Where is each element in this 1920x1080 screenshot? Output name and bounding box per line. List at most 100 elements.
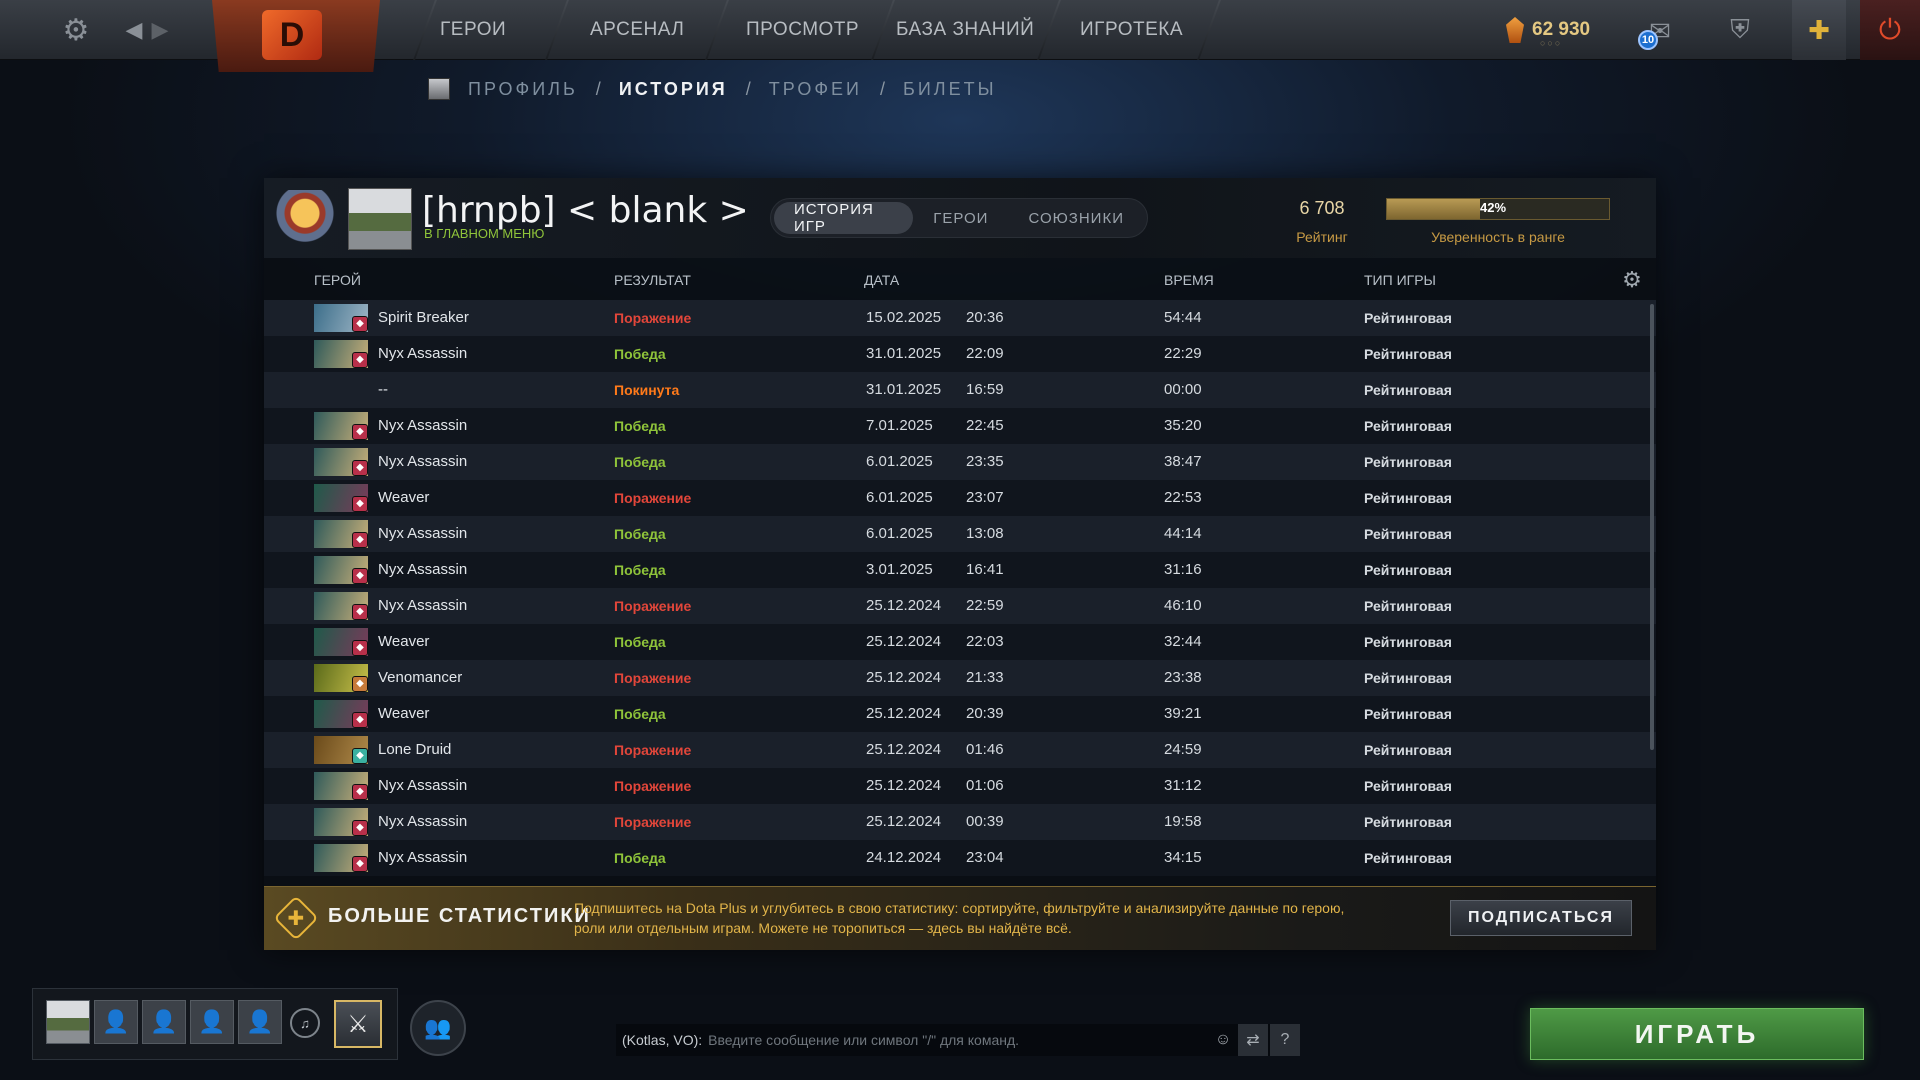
table-row[interactable]: ◆ Lone Druid Поражение 25.12.2024 01:46 … — [264, 732, 1656, 768]
match-time: 20:36 — [966, 309, 1004, 326]
play-button[interactable]: ИГРАТЬ — [1530, 1008, 1864, 1060]
subscribe-button[interactable]: ПОДПИСАТЬСЯ — [1450, 900, 1632, 936]
subnav-profile[interactable]: ПРОФИЛЬ — [468, 79, 578, 100]
chat-channel-label[interactable]: (Kotlas, VO): — [622, 1032, 702, 1048]
hero-name: Nyx Assassin — [378, 597, 468, 614]
chat-emoji-icon[interactable]: ☺ — [1208, 1024, 1238, 1056]
profile-thumb-avatar — [428, 78, 450, 100]
match-date: 6.01.2025 — [866, 525, 933, 542]
col-duration[interactable]: ВРЕМЯ — [1164, 272, 1214, 288]
table-row[interactable]: ◆ Nyx Assassin Победа 24.12.2024 23:04 3… — [264, 840, 1656, 876]
subnav-trophies[interactable]: ТРОФЕИ — [769, 79, 862, 100]
match-date: 15.02.2025 — [866, 309, 942, 326]
party-slot-empty-icon[interactable]: 👤 — [142, 1000, 186, 1044]
hero-name: Nyx Assassin — [378, 345, 468, 362]
battle-pass-icon[interactable]: ⚔ — [334, 1000, 382, 1048]
table-row[interactable]: ◆ Weaver Победа 25.12.2024 22:03 32:44 Р… — [264, 624, 1656, 660]
match-date: 25.12.2024 — [866, 669, 942, 686]
match-result: Победа — [614, 346, 666, 362]
subnav-tickets[interactable]: БИЛЕТЫ — [903, 79, 997, 100]
table-row[interactable]: ◆ Nyx Assassin Победа 31.01.2025 22:09 2… — [264, 336, 1656, 372]
col-mode[interactable]: ТИП ИГРЫ — [1364, 272, 1436, 288]
match-time: 16:41 — [966, 561, 1004, 578]
nav-arcade[interactable]: ИГРОТЕКА — [1080, 0, 1183, 60]
player-avatar[interactable] — [348, 188, 412, 250]
table-row[interactable]: ◆ Nyx Assassin Победа 6.01.2025 13:08 44… — [264, 516, 1656, 552]
table-row[interactable]: ◆ Nyx Assassin Победа 3.01.2025 16:41 31… — [264, 552, 1656, 588]
hero-name: Nyx Assassin — [378, 417, 468, 434]
match-duration: 22:53 — [1164, 489, 1202, 506]
party-slot-empty-icon[interactable]: 👤 — [238, 1000, 282, 1044]
table-row[interactable]: ◆ Nyx Assassin Победа 7.01.2025 22:45 35… — [264, 408, 1656, 444]
match-time: 01:46 — [966, 741, 1004, 758]
match-time: 16:59 — [966, 381, 1004, 398]
match-result: Поражение — [614, 490, 692, 506]
tab-allies[interactable]: СОЮЗНИКИ — [1008, 202, 1144, 234]
subnav-history[interactable]: ИСТОРИЯ — [619, 79, 728, 100]
match-date: 6.01.2025 — [866, 453, 933, 470]
party-slot-empty-icon[interactable]: 👤 — [190, 1000, 234, 1044]
match-mode: Рейтинговая — [1364, 778, 1452, 794]
table-row[interactable]: ◆ Nyx Assassin Поражение 25.12.2024 00:3… — [264, 804, 1656, 840]
power-icon[interactable]: ⏻ — [1860, 0, 1920, 60]
chat-help-button[interactable]: ? — [1270, 1024, 1300, 1056]
match-time: 01:06 — [966, 777, 1004, 794]
col-hero[interactable]: ГЕРОЙ — [314, 272, 361, 288]
hero-name: -- — [378, 381, 388, 398]
voice-headset-icon[interactable]: ♫ — [290, 1008, 320, 1038]
match-result: Поражение — [614, 598, 692, 614]
table-row[interactable]: ◆ Spirit Breaker Поражение 15.02.2025 20… — [264, 300, 1656, 336]
table-row[interactable]: ◆ Nyx Assassin Победа 6.01.2025 23:35 38… — [264, 444, 1656, 480]
match-date: 25.12.2024 — [866, 597, 942, 614]
table-row[interactable]: ◆ Nyx Assassin Поражение 25.12.2024 22:5… — [264, 588, 1656, 624]
table-row[interactable]: ◆ Venomancer Поражение 25.12.2024 21:33 … — [264, 660, 1656, 696]
nav-watch[interactable]: ПРОСМОТР — [746, 0, 859, 60]
dota-plus-icon[interactable]: ✚ — [1792, 0, 1846, 60]
hero-name: Nyx Assassin — [378, 849, 468, 866]
match-mode: Рейтинговая — [1364, 670, 1452, 686]
rank-confidence-fill — [1387, 199, 1480, 219]
match-duration: 54:44 — [1164, 309, 1202, 326]
nav-heroes[interactable]: ГЕРОИ — [440, 0, 506, 60]
hero-facet-icon: ◆ — [352, 496, 368, 512]
table-row[interactable]: ◆ Weaver Победа 25.12.2024 20:39 39:21 Р… — [264, 696, 1656, 732]
nav-arsenal[interactable]: АРСЕНАЛ — [590, 0, 684, 60]
party-slot-self-avatar[interactable] — [46, 1000, 90, 1044]
rank-medal-icon[interactable] — [276, 190, 334, 248]
tab-heroes[interactable]: ГЕРОИ — [913, 202, 1008, 234]
dota-logo-icon[interactable]: D — [262, 10, 322, 60]
table-row[interactable]: -- Покинута 31.01.2025 16:59 00:00 Рейти… — [264, 372, 1656, 408]
forward-arrow-icon[interactable]: ▶ — [148, 14, 172, 46]
settings-gear-icon[interactable]: ⚙ — [58, 12, 94, 48]
col-result[interactable]: РЕЗУЛЬТАТ — [614, 272, 691, 288]
match-result: Победа — [614, 562, 666, 578]
match-duration: 31:12 — [1164, 777, 1202, 794]
shard-dots: ○○○ — [1540, 38, 1563, 48]
hero-facet-icon: ◆ — [352, 784, 368, 800]
match-duration: 46:10 — [1164, 597, 1202, 614]
history-tabs: ИСТОРИЯ ИГР ГЕРОИ СОЮЗНИКИ — [770, 198, 1148, 238]
hero-portrait: ◆ — [314, 412, 368, 440]
table-settings-gear-icon[interactable]: ⚙ — [1620, 267, 1644, 292]
chat-input[interactable] — [708, 1032, 1209, 1048]
friends-group-icon[interactable]: 👥 — [410, 1000, 466, 1056]
back-arrow-icon[interactable]: ◀ — [122, 14, 146, 46]
armory-shield-icon[interactable]: ⛨ — [1722, 12, 1758, 48]
hero-portrait: ◆ — [314, 664, 368, 692]
match-result: Поражение — [614, 310, 692, 326]
chat-translate-icon[interactable]: ⇄ — [1238, 1024, 1268, 1056]
dota-plus-title: БОЛЬШЕ СТАТИСТИКИ — [328, 905, 591, 927]
table-row[interactable]: ◆ Weaver Поражение 6.01.2025 23:07 22:53… — [264, 480, 1656, 516]
match-duration: 39:21 — [1164, 705, 1202, 722]
match-result: Поражение — [614, 670, 692, 686]
match-list-scrollbar[interactable] — [1650, 304, 1654, 750]
col-date[interactable]: ДАТА — [864, 272, 899, 288]
nav-learn[interactable]: БАЗА ЗНАНИЙ — [896, 0, 1034, 60]
match-time: 22:03 — [966, 633, 1004, 650]
match-time: 00:39 — [966, 813, 1004, 830]
table-row[interactable]: ◆ Nyx Assassin Поражение 25.12.2024 01:0… — [264, 768, 1656, 804]
tab-match-history[interactable]: ИСТОРИЯ ИГР — [774, 201, 914, 235]
hero-facet-icon: ◆ — [352, 460, 368, 476]
hero-facet-icon: ◆ — [352, 568, 368, 584]
party-slot-empty-icon[interactable]: 👤 — [94, 1000, 138, 1044]
